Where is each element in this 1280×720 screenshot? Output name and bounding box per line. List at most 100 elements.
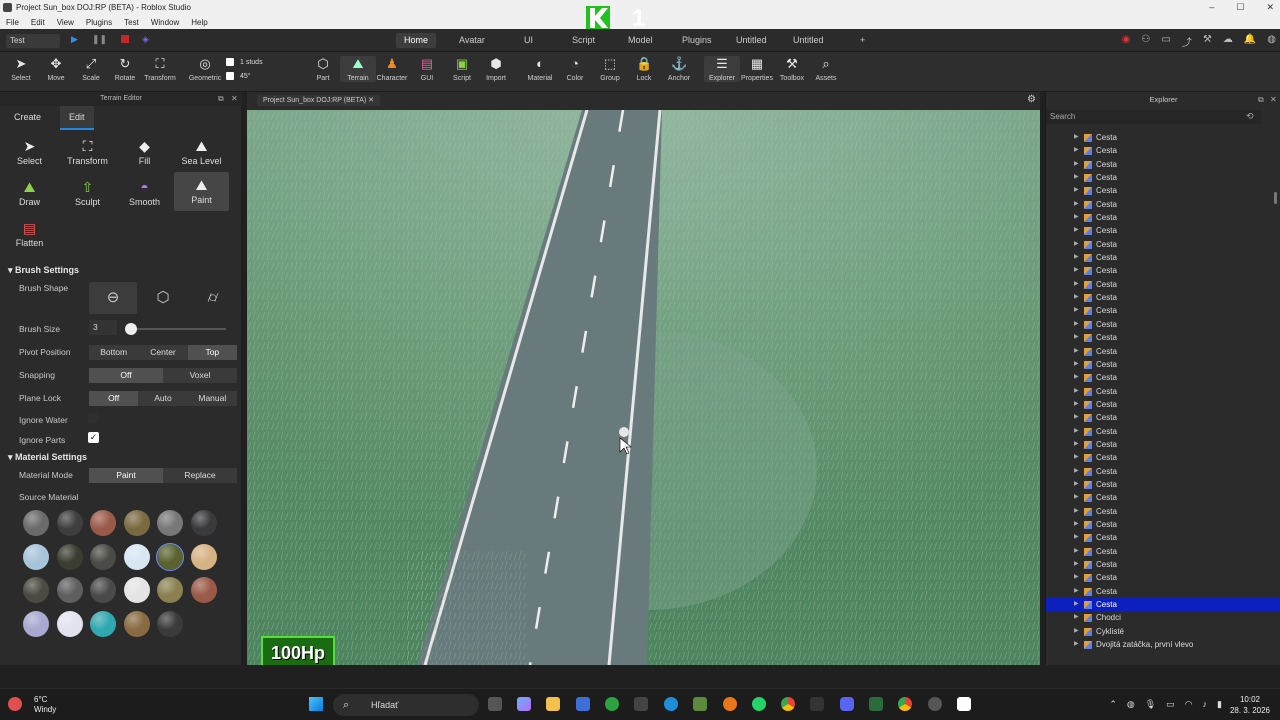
terrain-sealevel-button[interactable]: ⛰ Sea Level xyxy=(174,133,229,172)
material-swatch[interactable] xyxy=(90,610,116,637)
expand-arrow-icon[interactable]: ▶ xyxy=(1074,144,1079,157)
planelock-auto[interactable]: Auto xyxy=(138,391,187,406)
taskbar-search[interactable]: ⌕ Hľadať xyxy=(333,694,479,716)
file-explorer-icon[interactable] xyxy=(546,697,560,711)
part-tool[interactable]: ⬡ Part xyxy=(305,56,341,82)
network-icon[interactable]: ◍ xyxy=(1127,699,1135,710)
menu-window[interactable]: Window xyxy=(151,18,179,27)
chat-icon[interactable]: ▭ xyxy=(1161,34,1170,49)
expand-arrow-icon[interactable]: ▶ xyxy=(1074,291,1079,304)
explorer-item[interactable]: ▶ Cesta xyxy=(1046,158,1280,171)
expand-arrow-icon[interactable]: ▶ xyxy=(1074,385,1079,398)
explorer-item[interactable]: ▶ Cesta xyxy=(1046,558,1280,571)
sphere-shape-button[interactable]: ⊖ xyxy=(89,282,137,314)
minecraft-icon[interactable] xyxy=(693,697,707,711)
expand-arrow-icon[interactable]: ▶ xyxy=(1074,571,1079,584)
collaborate-icon[interactable]: ⚇ xyxy=(1141,34,1150,49)
tab-home[interactable]: Home xyxy=(396,33,437,48)
material-swatch[interactable] xyxy=(157,577,183,603)
menu-edit[interactable]: Edit xyxy=(31,18,45,27)
chrome-icon[interactable] xyxy=(781,697,795,711)
taskbar-clock[interactable]: 10:02 28. 3. 2026 xyxy=(1230,694,1270,716)
explorer-item[interactable]: ▶ Cesta xyxy=(1046,251,1280,264)
explorer-item[interactable]: ▶ Cesta xyxy=(1046,278,1280,291)
explorer-tool[interactable]: ☰ Explorer xyxy=(704,56,740,82)
share-icon[interactable]: ⤴ xyxy=(1182,34,1192,49)
tab-script[interactable]: Script xyxy=(564,33,603,48)
rotate-snap-checkbox[interactable] xyxy=(226,72,234,81)
app-icon-2[interactable] xyxy=(869,697,883,711)
mode-paint[interactable]: Paint xyxy=(89,468,163,483)
xbox-icon[interactable] xyxy=(605,697,619,711)
material-swatch[interactable] xyxy=(190,577,217,603)
explorer-item[interactable]: ▶ Cyklisté xyxy=(1046,625,1280,638)
capcut-icon[interactable] xyxy=(810,697,824,711)
terrain-select-button[interactable]: ➤ Select xyxy=(2,133,57,172)
rotate-tool[interactable]: ↻ Rotate xyxy=(107,56,143,82)
toolbox-tool[interactable]: ⚒ Toolbox xyxy=(774,56,810,82)
display-icon[interactable]: ▭ xyxy=(1166,699,1175,710)
store-icon[interactable] xyxy=(576,697,590,711)
explorer-item[interactable]: ▶ Cesta xyxy=(1046,398,1280,411)
ignore-water-checkbox[interactable] xyxy=(88,413,98,423)
popout-icon[interactable]: ⧉ xyxy=(218,94,224,104)
expand-arrow-icon[interactable]: ▶ xyxy=(1074,398,1079,411)
tab-ui[interactable]: UI xyxy=(516,33,541,48)
tab-avatar[interactable]: Avatar xyxy=(451,33,493,48)
expand-arrow-icon[interactable]: ▶ xyxy=(1074,198,1079,211)
expand-arrow-icon[interactable]: ▶ xyxy=(1074,558,1079,571)
explorer-item[interactable]: ▶ Cesta xyxy=(1046,545,1280,558)
stop-icon[interactable] xyxy=(121,35,129,43)
material-swatch[interactable] xyxy=(157,610,183,637)
brush-size-slider[interactable] xyxy=(125,323,137,335)
add-tab-button[interactable]: + xyxy=(852,33,873,48)
expand-arrow-icon[interactable]: ▶ xyxy=(1074,251,1079,264)
record-icon[interactable]: ◉ xyxy=(1122,34,1131,49)
close-panel-icon[interactable]: ✕ xyxy=(231,94,238,103)
pause-icon[interactable]: ❚❚ xyxy=(92,34,107,45)
expand-arrow-icon[interactable]: ▶ xyxy=(1074,531,1079,544)
lock-tool[interactable]: 🔒 Lock xyxy=(626,56,662,82)
explorer-item[interactable]: ▶ Cesta xyxy=(1046,451,1280,464)
game-viewport[interactable]: 100Hp xyxy=(247,110,1040,665)
expand-arrow-icon[interactable]: ▶ xyxy=(1074,184,1079,197)
popout-icon[interactable]: ⧉ xyxy=(1258,95,1264,105)
expand-arrow-icon[interactable]: ▶ xyxy=(1074,224,1079,237)
tab-edit[interactable]: Edit xyxy=(60,106,94,130)
mic-icon[interactable]: 🎙 xyxy=(1145,699,1156,710)
planelock-manual[interactable]: Manual xyxy=(188,391,237,406)
obs-icon[interactable] xyxy=(928,697,942,711)
tab-create[interactable]: Create xyxy=(14,112,41,122)
explorer-item[interactable]: ▶ Cesta xyxy=(1046,358,1280,371)
terrain-paint-button[interactable]: ⛰ Paint xyxy=(174,172,229,211)
expand-arrow-icon[interactable]: ▶ xyxy=(1074,625,1079,638)
explorer-item[interactable]: ▶ Cesta xyxy=(1046,411,1280,424)
expand-arrow-icon[interactable]: ▶ xyxy=(1074,638,1079,651)
material-swatch[interactable] xyxy=(123,577,150,603)
explorer-item[interactable]: ▶ Cesta xyxy=(1046,171,1280,184)
material-swatch[interactable] xyxy=(23,543,49,570)
expand-arrow-icon[interactable]: ▶ xyxy=(1074,451,1079,464)
battery-icon[interactable]: ▮ xyxy=(1217,699,1222,710)
explorer-item[interactable]: ▶ Cesta xyxy=(1046,345,1280,358)
volume-icon[interactable]: ♪ xyxy=(1203,699,1208,710)
rotate-snap-value[interactable]: 45° xyxy=(240,73,251,80)
expand-arrow-icon[interactable]: ▶ xyxy=(1074,318,1079,331)
terrain-fill-button[interactable]: ◆ Fill xyxy=(117,133,172,172)
terrain-smooth-button[interactable]: ◓ Smooth xyxy=(117,174,172,213)
expand-arrow-icon[interactable]: ▶ xyxy=(1074,611,1079,624)
explorer-item[interactable]: ▶ Cesta xyxy=(1046,318,1280,331)
explorer-item[interactable]: ▶ Cesta xyxy=(1046,465,1280,478)
material-swatch[interactable] xyxy=(90,510,116,536)
expand-arrow-icon[interactable]: ▶ xyxy=(1074,505,1079,518)
transform-tool[interactable]: ⛶ Transform xyxy=(142,56,178,82)
viewport-tab[interactable]: Project Sun_box DOJ:RP (BETA) ✕ xyxy=(257,95,381,106)
material-settings-header[interactable]: ▾ Material Settings xyxy=(8,452,87,463)
explorer-item[interactable]: ▶ Cesta xyxy=(1046,198,1280,211)
weather-widget[interactable]: 6°C Windy xyxy=(8,695,56,715)
explorer-item[interactable]: ▶ Cesta xyxy=(1046,291,1280,304)
close-icon[interactable]: ✕ xyxy=(1266,0,1274,15)
notification-icon[interactable]: 🔔 xyxy=(1244,34,1256,49)
cylinder-shape-button[interactable]: ⌭ xyxy=(189,282,237,314)
script-tool[interactable]: ▣ Script xyxy=(444,56,480,82)
